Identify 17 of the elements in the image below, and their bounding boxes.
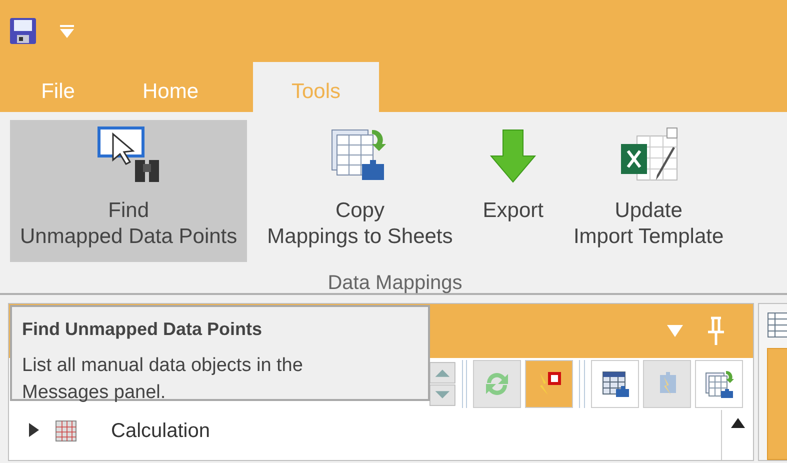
calculator-icon xyxy=(55,420,77,442)
tooltip-text: List all manual data objects in the Messages panel. xyxy=(22,354,304,405)
spin-arrows-icon[interactable] xyxy=(429,359,456,409)
ribbon-button[interactable]: Update Import Template xyxy=(563,120,734,262)
toolbar-button[interactable] xyxy=(591,360,639,408)
ribbon-button[interactable]: Copy Mappings to Sheets xyxy=(257,120,463,262)
scroll-up-icon[interactable] xyxy=(730,418,744,428)
save-icon[interactable] xyxy=(9,17,37,45)
table-copy-icon xyxy=(704,369,734,399)
table-icon[interactable] xyxy=(767,312,787,338)
tree-item[interactable]: Calculation xyxy=(111,420,210,443)
ribbon-button[interactable]: Export xyxy=(472,120,554,262)
ribbon-button[interactable]: Find Unmapped Data Points xyxy=(10,120,248,262)
tooltip-title: Find Unmapped Data Points xyxy=(22,319,264,340)
toolbar-button[interactable] xyxy=(695,360,743,408)
group-label: Data Mappings xyxy=(326,272,464,295)
table-icon xyxy=(600,369,630,399)
